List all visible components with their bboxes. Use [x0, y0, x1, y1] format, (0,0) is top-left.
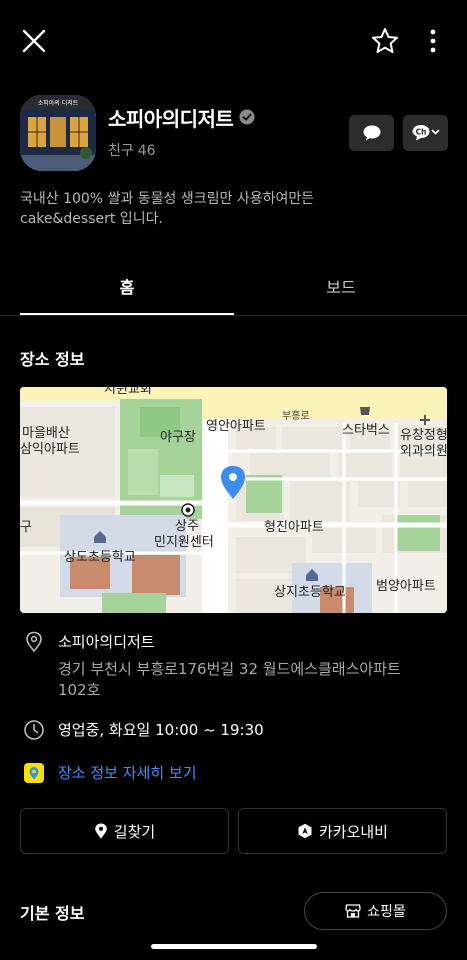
map-label-gu: 구: [20, 520, 32, 535]
map-label-starbucks: 스타벅스: [342, 423, 390, 438]
description-line-1: 국내산 100% 쌀과 동물성 생크림만 사용하여만든: [20, 191, 315, 207]
place-address[interactable]: 경기 부천시 부흥로176번길 32 월드에스클래스아파트 102호: [58, 659, 438, 701]
map-label-yuchang-2: 외과의원: [400, 444, 447, 459]
map-label-church: 지윈교회: [104, 387, 152, 397]
verified-badge-icon: [239, 109, 255, 125]
place-name: 소피아의디저트: [58, 633, 155, 651]
channel-icon: Ch: [412, 125, 439, 141]
channel-name: 소피아의디저트: [108, 106, 234, 131]
avatar[interactable]: 소피아의 디저트: [20, 95, 96, 171]
shopping-mall-label: 쇼핑몰: [367, 904, 406, 920]
place-section-title: 장소 정보: [20, 350, 85, 369]
avatar-sign: 소피아의 디저트: [38, 99, 79, 107]
tab-bar: 홈 보드: [0, 266, 467, 316]
place-detail-link[interactable]: 장소 정보 자세히 보기: [20, 762, 447, 786]
route-button[interactable]: 길찾기: [20, 808, 229, 854]
chat-button[interactable]: [349, 115, 394, 151]
star-icon[interactable]: [370, 26, 400, 56]
friends-label: 친구: [108, 143, 134, 159]
map-label-sangju-2: 민지원센터: [154, 535, 214, 550]
address-row: 소피아의디저트 경기 부천시 부흥로176번길 32 월드에스클래스아파트 10…: [20, 631, 447, 701]
pin-icon: [94, 823, 107, 839]
map-view[interactable]: 지윈교회 마을배산 삼익아파트 야구장 영안아파트 부흥로 스타벅스 유창정형 …: [20, 387, 447, 613]
close-icon[interactable]: [20, 27, 48, 55]
map-label-sangji: 상지초등학교: [274, 585, 346, 600]
map-label-youngan: 영안아파트: [206, 419, 266, 434]
cafe-icon: [360, 407, 370, 415]
map-label-yagu: 야구장: [160, 430, 196, 445]
profile-header: 소피아의 디저트 소피아의디저트 친구 46 Ch: [20, 95, 448, 175]
channel-label: Ch: [415, 127, 426, 136]
name-row: 소피아의디저트: [108, 103, 255, 131]
route-label: 길찾기: [113, 822, 156, 841]
map-label-sangju-1: 상주: [175, 519, 199, 534]
hours-row: 영업중, 화요일 10:00 ~ 19:30: [20, 719, 447, 743]
basic-info-title: 기본 정보: [20, 904, 85, 923]
place-detail-link-text[interactable]: 장소 정보 자세히 보기: [58, 762, 197, 783]
chat-bubble-icon: [363, 125, 380, 141]
channel-description: 국내산 100% 쌀과 동물성 생크림만 사용하여만든 cake&dessert…: [20, 189, 440, 229]
tab-board[interactable]: 보드: [234, 266, 448, 315]
store-icon: [345, 904, 361, 918]
kakaonavi-button[interactable]: 카카오내비: [238, 808, 447, 854]
kakaonavi-icon: [298, 823, 312, 839]
location-outline-icon: [26, 631, 42, 653]
friends-count: 친구 46: [108, 140, 156, 160]
map-label-bumyang: 범양아파트: [376, 579, 436, 594]
shopping-mall-button[interactable]: 쇼핑몰: [304, 892, 447, 930]
tab-home[interactable]: 홈: [20, 266, 234, 315]
map-label-sangdo: 상도초등학교: [64, 550, 136, 565]
more-vertical-icon[interactable]: [420, 27, 446, 55]
home-indicator[interactable]: [151, 944, 317, 949]
map-label-road: 부흥로: [282, 409, 310, 422]
business-hours: 영업중, 화요일 10:00 ~ 19:30: [58, 721, 264, 739]
map-label-village: 마을배산: [22, 426, 70, 441]
map-label-hyungjin: 형진아파트: [264, 520, 324, 535]
map-label-samik: 삼익아파트: [20, 442, 80, 457]
friends-number: 46: [137, 143, 156, 159]
address-line-1: 경기 부천시 부흥로176번길 32 월드에스클래스아파트: [58, 660, 401, 678]
kakaonavi-label: 카카오내비: [318, 822, 388, 841]
description-line-2: cake&dessert 입니다.: [20, 211, 163, 227]
channel-button[interactable]: Ch: [403, 115, 448, 151]
clock-icon: [24, 720, 44, 740]
top-bar: [0, 0, 467, 80]
map-label-yuchang-1: 유창정형: [400, 428, 447, 443]
kakao-map-icon: [24, 763, 44, 783]
address-line-2: 102호: [58, 681, 101, 699]
